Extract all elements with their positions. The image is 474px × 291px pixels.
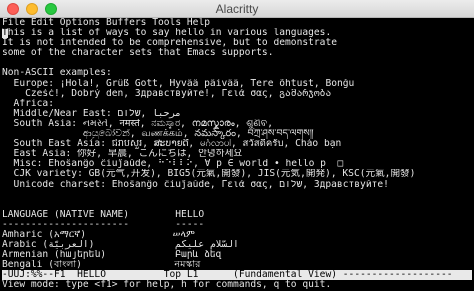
buffer-line: South Asia: નમસ્તે, नमस्ते, ನಮಸ್ಕಾರ, നമസ…: [2, 118, 273, 129]
buffer-line: Non-ASCII examples:: [2, 68, 112, 79]
buffer-line: Armenian (հայերեն) Բարև ձեզ: [2, 250, 222, 261]
buffer-line: Cześć!, Dobrý den, Здравствуйте!, Γειά σ…: [2, 88, 332, 99]
buffer-line: [2, 58, 474, 68]
terminal-area[interactable]: File Edit Options Buffers Tools Help Thi…: [2, 18, 474, 291]
echo-area: View mode: type <f1> for help, h for com…: [2, 280, 332, 291]
buffer-line: Middle/Near East: مرحبا ,שלום: [2, 108, 181, 119]
buffer-line: Misc: Eĥoŝanĝo ĉiuĵaŭde, ⠓⠑⠇⠇⠕, ∀ p ∈ wo…: [2, 159, 344, 170]
buffer-line: [2, 190, 474, 200]
mode-line: -UUJ:%%--F1 HELLO Top L1 (Fundamental Vi…: [2, 270, 472, 281]
buffer-line: Unicode charset: Eĥoŝanĝo ĉiuĵaŭde, Γειά…: [2, 179, 389, 190]
buffer-line: LANGUAGE (NATIVE NAME) HELLO: [2, 209, 205, 220]
buffer-line: Arabic (العربيّة) السّلام عليكم: [2, 240, 239, 251]
window-titlebar: Alacritty: [0, 0, 474, 18]
buffer-line: some of the character sets that Emacs su…: [2, 48, 274, 59]
menu-edit[interactable]: Edit: [31, 18, 54, 28]
buffer-line: ආයුබෝවන්, வணக்கம், నమస్కారం, བཀྲ་ཤིས་བདེ…: [2, 129, 314, 140]
menu-buffers[interactable]: Buffers: [106, 18, 146, 28]
buffer-line: Amharic (አማርኛ) ሠላም: [2, 229, 195, 240]
buffer-line: CJK variety: GB(元气,开发), BIG5(元氣,開發), JIS…: [2, 169, 416, 180]
buffer-line: Africa:: [2, 98, 54, 109]
buffer-line: This is a list of ways to say hello in v…: [2, 28, 332, 39]
buffer-line: South East Asia: ជំរាបសួរ, ສະບາຍດີ, မင်္…: [2, 139, 342, 150]
buffer-line: Europe: ¡Hola!, Grüß Gott, Hyvää päivää,…: [2, 78, 355, 89]
emacs-menu-bar: File Edit Options Buffers Tools Help: [2, 18, 474, 28]
buffer-line: ---------------------- -----: [2, 219, 205, 230]
menu-help[interactable]: Help: [187, 18, 210, 28]
menu-tools[interactable]: Tools: [152, 18, 181, 28]
buffer-line: East Asia: 你好, 早晨, こんにちは, 안녕하세요: [2, 149, 243, 160]
buffer-line: It is not intended to be comprehensive, …: [2, 38, 338, 49]
buffer-line: [2, 200, 474, 210]
buffer-line: Bengali (বাংলা) নমস্কার: [2, 260, 201, 271]
menu-file[interactable]: File: [2, 18, 25, 28]
window-title: Alacritty: [215, 2, 259, 16]
menu-options[interactable]: Options: [60, 18, 100, 28]
